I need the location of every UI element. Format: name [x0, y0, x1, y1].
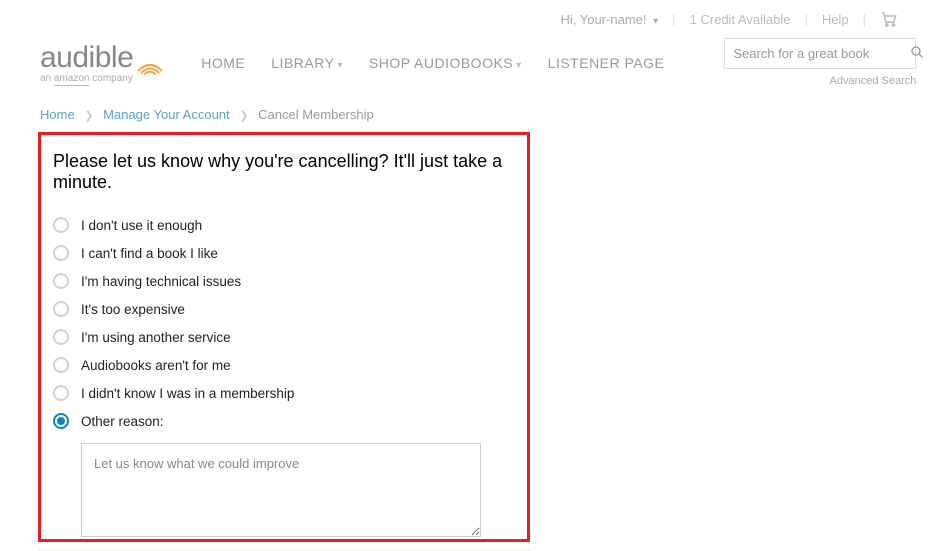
breadcrumb-current: Cancel Membership: [258, 107, 374, 122]
other-reason-textarea[interactable]: [81, 443, 481, 537]
chevron-down-icon: ▾: [337, 60, 343, 71]
breadcrumb-manage[interactable]: Manage Your Account: [103, 107, 230, 122]
reason-label: I'm having technical issues: [81, 274, 241, 289]
divider: |: [804, 12, 807, 27]
reason-option[interactable]: I'm using another service: [51, 323, 517, 351]
reason-label: I can't find a book I like: [81, 246, 218, 261]
logo-icon: [137, 57, 163, 75]
reason-option[interactable]: It's too expensive: [51, 295, 517, 323]
logo[interactable]: audible an amazon company: [40, 41, 163, 84]
nav-home[interactable]: HOME: [201, 55, 245, 71]
reason-option-other[interactable]: Other reason:: [51, 407, 517, 435]
radio-icon[interactable]: [53, 273, 69, 289]
reason-option[interactable]: I didn't know I was in a membership: [51, 379, 517, 407]
header: audible an amazon company HOME LIBRARY▾ …: [0, 28, 938, 93]
radio-icon[interactable]: [53, 357, 69, 373]
greeting-text: Hi, Your-name!: [560, 12, 646, 27]
search-area: Advanced Search: [724, 38, 916, 87]
reason-option[interactable]: I'm having technical issues: [51, 267, 517, 295]
reason-label: I'm using another service: [81, 330, 231, 345]
divider: |: [672, 12, 675, 27]
radio-icon[interactable]: [53, 217, 69, 233]
chevron-right-icon: ❯: [84, 110, 93, 122]
radio-icon[interactable]: [53, 413, 69, 429]
greeting[interactable]: Hi, Your-name! ▾: [560, 12, 658, 27]
radio-icon[interactable]: [53, 245, 69, 261]
chevron-right-icon: ❯: [239, 110, 248, 122]
main-nav: HOME LIBRARY▾ SHOP AUDIOBOOKS▾ LISTENER …: [201, 55, 664, 71]
advanced-search-link[interactable]: Advanced Search: [830, 75, 917, 87]
logo-tagline: an amazon company: [40, 73, 133, 84]
panel-title: Please let us know why you're cancelling…: [51, 151, 517, 193]
breadcrumb-home[interactable]: Home: [40, 107, 75, 122]
reason-label: Other reason:: [81, 414, 164, 429]
divider: |: [863, 12, 866, 27]
search-box[interactable]: [724, 38, 916, 69]
nav-library[interactable]: LIBRARY▾: [271, 55, 343, 71]
chevron-down-icon: ▾: [516, 60, 522, 71]
logo-word: audible: [40, 41, 133, 75]
reason-label: I don't use it enough: [81, 218, 202, 233]
radio-icon[interactable]: [53, 301, 69, 317]
cart-icon[interactable]: [880, 10, 898, 28]
reason-label: Audiobooks aren't for me: [81, 358, 231, 373]
nav-listener[interactable]: LISTENER PAGE: [548, 55, 665, 71]
radio-icon[interactable]: [53, 385, 69, 401]
search-input[interactable]: [733, 46, 909, 61]
reason-label: I didn't know I was in a membership: [81, 386, 294, 401]
cancel-reason-panel: Please let us know why you're cancelling…: [38, 132, 530, 542]
reason-option[interactable]: I can't find a book I like: [51, 239, 517, 267]
chevron-down-icon: ▾: [653, 16, 658, 27]
help-link[interactable]: Help: [822, 12, 849, 27]
breadcrumb: Home ❯ Manage Your Account ❯ Cancel Memb…: [0, 93, 938, 132]
credit-available: 1 Credit Available: [690, 12, 791, 27]
search-icon[interactable]: [909, 44, 925, 63]
reason-option[interactable]: Audiobooks aren't for me: [51, 351, 517, 379]
radio-icon[interactable]: [53, 329, 69, 345]
nav-shop[interactable]: SHOP AUDIOBOOKS▾: [369, 55, 522, 71]
reason-label: It's too expensive: [81, 302, 185, 317]
utility-bar: Hi, Your-name! ▾ | 1 Credit Available | …: [0, 0, 938, 28]
reason-option[interactable]: I don't use it enough: [51, 211, 517, 239]
